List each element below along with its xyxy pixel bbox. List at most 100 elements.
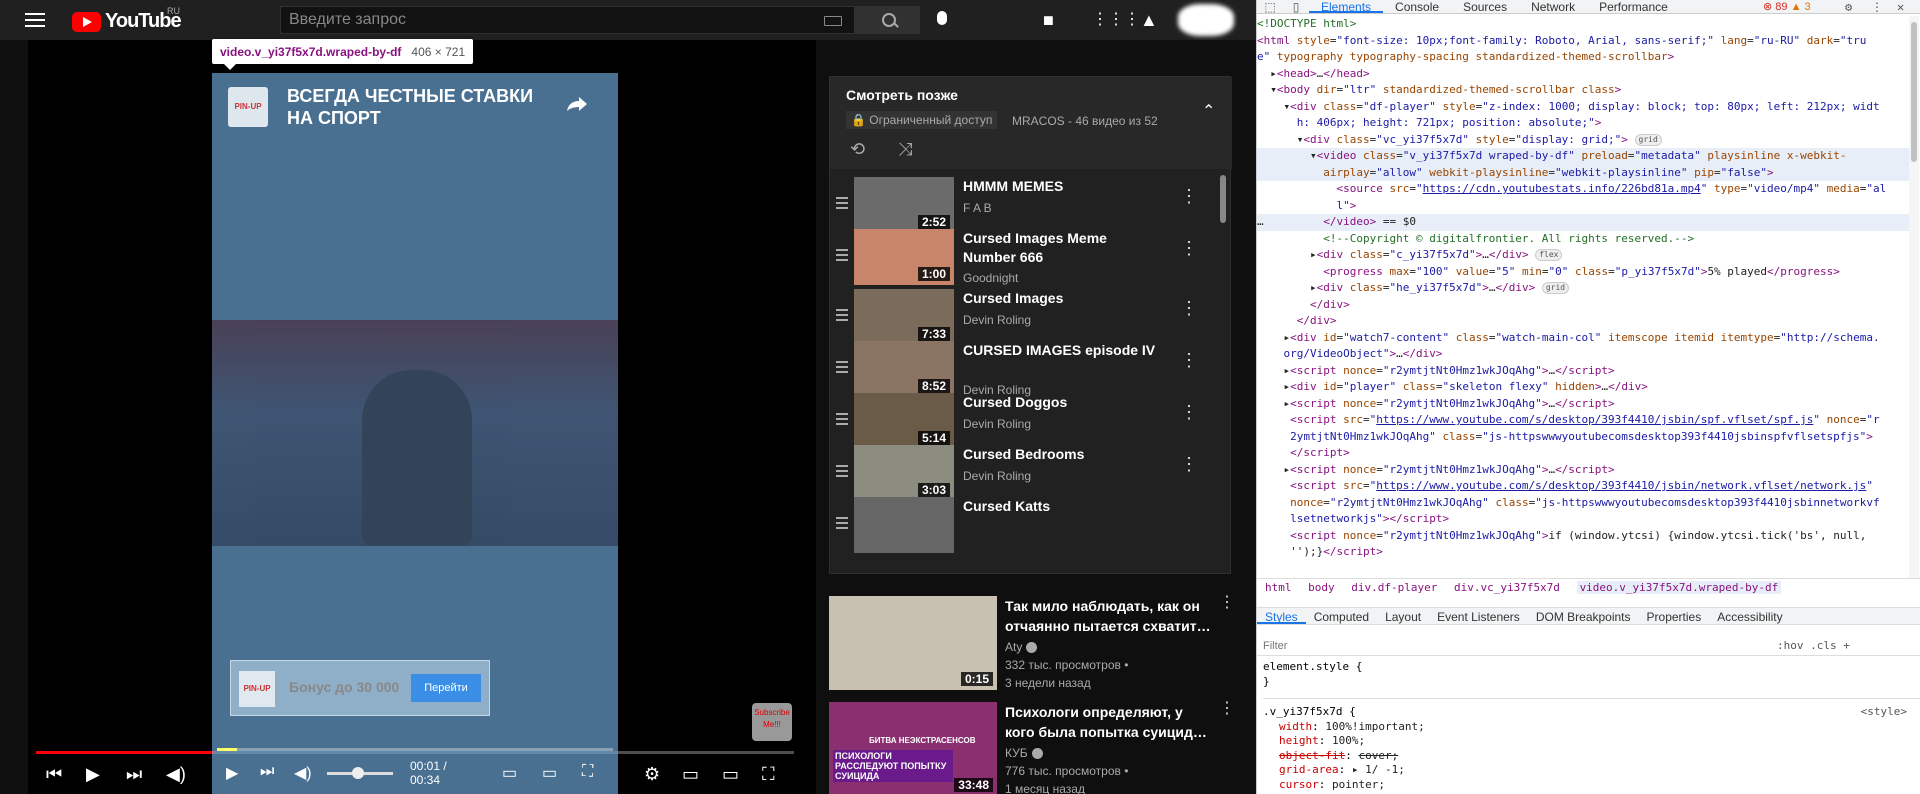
devtools-close-icon[interactable]: ✕	[1897, 0, 1904, 14]
dom-line[interactable]: ▸<div class="c_yi37f5x7d">…</div> flex	[1257, 247, 1909, 264]
ad-title[interactable]: ВСЕГДА ЧЕСТНЫЕ СТАВКИ НА СПОРТ	[287, 85, 557, 129]
theater-icon[interactable]: ▭	[722, 764, 739, 785]
channel-name[interactable]: КУБ	[1005, 746, 1043, 760]
playlist-scrollbar[interactable]	[1220, 175, 1226, 223]
dom-line[interactable]: <script nonce="r2ymtjtNt0Hmz1wkJOqAhg">i…	[1257, 528, 1909, 545]
playlist-item-title[interactable]: Cursed Images Meme Number 666	[963, 229, 1163, 267]
css-declaration[interactable]: width: 100%!important;	[1263, 720, 1920, 735]
dom-line[interactable]: <source src="https://cdn.youtubestats.in…	[1257, 181, 1909, 198]
dom-line[interactable]: lsetnetworkjs"></script>	[1257, 511, 1909, 528]
miniplayer-icon[interactable]: ▭	[682, 764, 699, 785]
dom-scrollbar-thumb[interactable]	[1911, 22, 1917, 162]
settings-icon[interactable]: ⚙	[644, 764, 660, 785]
playlist-item-title[interactable]: Cursed Bedrooms	[963, 445, 1163, 464]
dom-line[interactable]: <!--Copyright © digitalfrontier. All rig…	[1257, 231, 1909, 248]
dom-line[interactable]: e" typography typography-spacing standar…	[1257, 49, 1909, 66]
crumb-vc[interactable]: div.vc_yi37f5x7d	[1454, 581, 1560, 594]
dom-line[interactable]: </script>	[1257, 445, 1909, 462]
ad-miniplayer-icon[interactable]: ▭	[502, 763, 517, 783]
css-declaration[interactable]: cursor: pointer;	[1263, 778, 1920, 793]
keyboard-icon[interactable]	[824, 16, 842, 26]
playlist-item-title[interactable]: HMMM MEMES	[963, 177, 1163, 196]
recommendation-item[interactable]: 0:15 Так мило наблюдать, как он отчаянно …	[829, 595, 1239, 696]
crumb-body[interactable]: body	[1308, 581, 1335, 594]
ad-play-icon[interactable]: ▶	[226, 763, 238, 783]
more-options-icon[interactable]: ⋮	[1180, 351, 1198, 369]
youtube-logo[interactable]: YouTube RU	[72, 6, 182, 33]
dom-tree[interactable]: <!DOCTYPE html> <html style="font-size: …	[1257, 16, 1909, 578]
drag-handle-icon[interactable]	[836, 309, 848, 324]
tab-sources[interactable]: Sources	[1451, 0, 1519, 14]
dom-line[interactable]: ▸<script nonce="r2ymtjtNt0Hmz1wkJOqAhg">…	[1257, 462, 1909, 479]
ad-theater-icon[interactable]: ▭	[542, 763, 557, 783]
dom-line[interactable]: ▸<script nonce="r2ymtjtNt0Hmz1wkJOqAhg">…	[1257, 363, 1909, 380]
css-declaration[interactable]: height: 100%;	[1263, 734, 1920, 749]
dom-line[interactable]: ▸<script nonce="r2ymtjtNt0Hmz1wkJOqAhg">…	[1257, 396, 1909, 413]
playlist-thumbnail[interactable]	[854, 497, 954, 553]
crumb-video[interactable]: video.v_yi37f5x7d.wraped-by-df	[1576, 581, 1782, 594]
dom-line[interactable]: <script src="https://www.youtube.com/s/d…	[1257, 478, 1909, 495]
tab-event-listeners[interactable]: Event Listeners	[1429, 608, 1528, 624]
fullscreen-icon[interactable]: ⛶	[762, 764, 775, 785]
tab-network[interactable]: Network	[1519, 0, 1587, 14]
dom-line[interactable]: ▾<div class="vc_yi37f5x7d" style="displa…	[1257, 132, 1909, 149]
previous-icon[interactable]: ⏮	[46, 764, 62, 785]
recommendation-title[interactable]: Психологи определяют, у кого была попытк…	[1005, 702, 1215, 742]
dom-line[interactable]: l">	[1257, 198, 1909, 215]
playlist-item-title[interactable]: Cursed Images	[963, 289, 1163, 308]
dom-line[interactable]: <progress max="100" value="5" min="0" cl…	[1257, 264, 1909, 281]
dom-line[interactable]: 2ymtjtNt0Hmz1wkJOqAhg" class="js-httpsww…	[1257, 429, 1909, 446]
playlist-item-title[interactable]: Cursed Katts	[963, 497, 1163, 516]
dom-line[interactable]: <script src="https://www.youtube.com/s/d…	[1257, 412, 1909, 429]
more-options-icon[interactable]: ⋮	[1180, 403, 1198, 421]
playlist-item[interactable]: 1:00 Cursed Images Meme Number 666 Goodnig…	[830, 225, 1220, 289]
tab-dom-breakpoints[interactable]: DOM Breakpoints	[1528, 608, 1639, 624]
recommendation-title[interactable]: Так мило наблюдать, как он отчаянно пыта…	[1005, 596, 1215, 636]
menu-icon[interactable]	[25, 13, 45, 27]
more-options-icon[interactable]: ⋮	[1180, 187, 1198, 205]
shuffle-icon[interactable]: ⤨	[898, 139, 912, 160]
dom-line-selected[interactable]: … </video> == $0	[1257, 214, 1909, 231]
tab-properties[interactable]: Properties	[1639, 608, 1710, 624]
create-video-icon[interactable]: ■	[1043, 11, 1054, 29]
dom-line[interactable]: nonce="r2ymtjtNt0Hmz1wkJOqAhg" class="js…	[1257, 495, 1909, 512]
dom-line[interactable]: <!DOCTYPE html>	[1257, 16, 1909, 33]
playlist-thumbnail[interactable]: 1:00	[854, 229, 954, 285]
drag-handle-icon[interactable]	[836, 465, 848, 480]
inspect-icon[interactable]: ⬚	[1257, 0, 1283, 14]
drag-handle-icon[interactable]	[836, 517, 848, 532]
dom-line[interactable]: ▸<div id="watch7-content" class="watch-m…	[1257, 330, 1909, 347]
dom-line[interactable]: h: 406px; height: 721px; position: absol…	[1257, 115, 1909, 132]
search-input[interactable]	[281, 11, 801, 29]
subscribe-badge[interactable]: Subscribe Me!!!	[752, 703, 792, 741]
share-icon[interactable]	[567, 97, 587, 111]
ad-logo[interactable]: PIN-UP	[228, 87, 268, 127]
dom-scrollbar[interactable]	[1909, 16, 1919, 578]
playlist-item[interactable]: Cursed Katts	[830, 493, 1220, 557]
avatar[interactable]	[1178, 4, 1234, 36]
devtools-settings-icon[interactable]: ⚙	[1845, 0, 1852, 14]
drag-handle-icon[interactable]	[836, 197, 848, 212]
next-icon[interactable]: ⏭	[126, 764, 142, 785]
dom-line[interactable]: ▾<div class="df-player" style="z-index: …	[1257, 99, 1909, 116]
tab-layout[interactable]: Layout	[1377, 608, 1429, 624]
tab-console[interactable]: Console	[1383, 0, 1451, 14]
dom-line[interactable]: </div>	[1257, 297, 1909, 314]
device-toggle-icon[interactable]: ▯	[1283, 0, 1309, 14]
inspected-video-overlay[interactable]: PIN-UP ВСЕГДА ЧЕСТНЫЕ СТАВКИ НА СПОРТ PI…	[212, 73, 618, 794]
dom-line[interactable]: <html style="font-size: 10px;font-family…	[1257, 33, 1909, 50]
ad-fullscreen-icon[interactable]: ⛶	[582, 763, 593, 781]
search-button[interactable]	[855, 6, 920, 34]
css-declaration[interactable]: grid-area: ▸ 1/ -1;	[1263, 763, 1920, 778]
playlist-item-title[interactable]: Cursed Doggos	[963, 393, 1163, 412]
drag-handle-icon[interactable]	[836, 361, 848, 376]
playlist-item-title[interactable]: CURSED IMAGES episode IV	[963, 341, 1163, 360]
filter-tools[interactable]: :hov .cls +	[1777, 636, 1850, 656]
styles-filter-input[interactable]	[1263, 638, 1763, 654]
crumb-html[interactable]: html	[1265, 581, 1292, 594]
ad-volume-icon[interactable]: ◀)	[294, 763, 312, 783]
player-progress-played[interactable]	[36, 751, 216, 754]
recommendation-thumbnail[interactable]: БИТВА НЕЭКСТРАСЕНСОВ ПСИХОЛОГИ РАССЛЕДУЮТ…	[829, 702, 997, 794]
dom-line[interactable]: ▾<body dir="ltr" standardized-themed-scr…	[1257, 82, 1909, 99]
dom-line[interactable]: ▸<div class="he_yi37f5x7d">…</div> grid	[1257, 280, 1909, 297]
